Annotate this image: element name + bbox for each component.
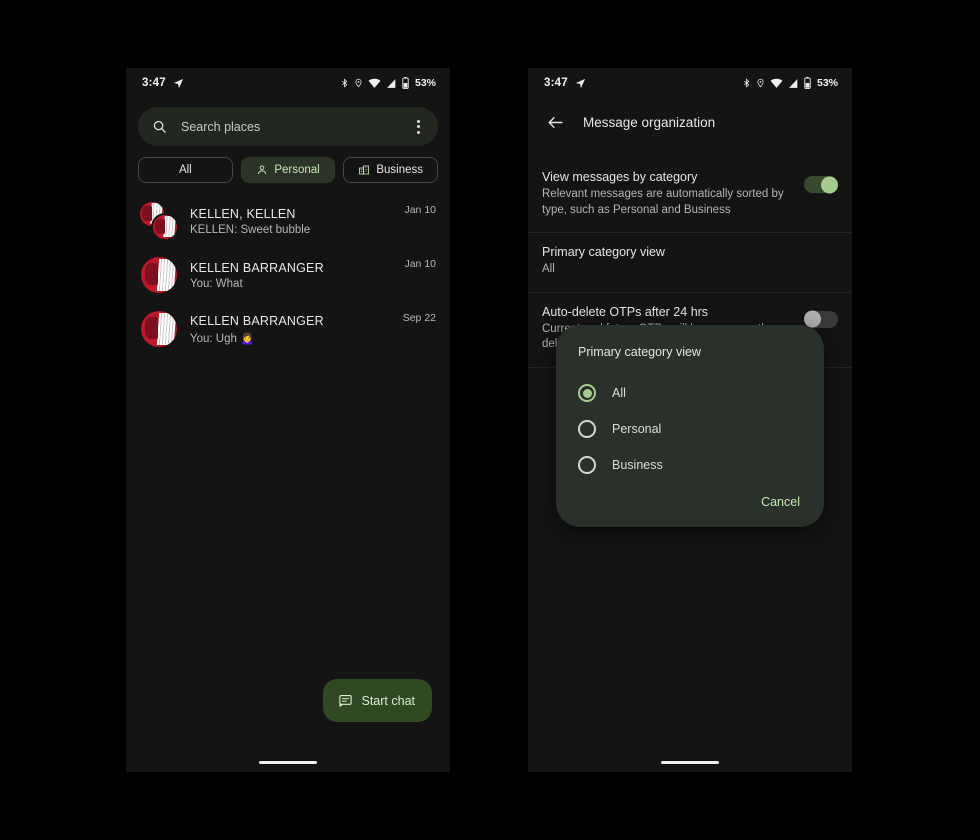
avatar bbox=[141, 257, 177, 293]
app-bar: Message organization bbox=[528, 98, 852, 146]
setting-subtitle: Relevant messages are automatically sort… bbox=[542, 188, 784, 216]
page-title: Message organization bbox=[583, 114, 716, 130]
setting-text: View messages by category Relevant messa… bbox=[542, 170, 794, 218]
avatar bbox=[141, 311, 177, 347]
toggle-knob bbox=[821, 176, 838, 193]
toggle-auto-delete-otps[interactable] bbox=[804, 310, 838, 328]
status-bar-right: 53% bbox=[340, 77, 436, 89]
conversation-text: KELLEN, KELLEN KELLEN: Sweet bubble bbox=[190, 207, 392, 236]
setting-row-view-by-category[interactable]: View messages by category Relevant messa… bbox=[528, 158, 852, 234]
status-bar-clock: 3:47 bbox=[544, 77, 568, 89]
conversation-text: KELLEN BARRANGER You: Ugh 🙍‍♀️ bbox=[190, 314, 391, 345]
conversation-snippet: KELLEN: Sweet bubble bbox=[190, 223, 311, 236]
avatar-group bbox=[140, 202, 178, 240]
conversation-snippet: You: What bbox=[190, 277, 243, 290]
conversation-row[interactable]: KELLEN, KELLEN KELLEN: Sweet bubble Jan … bbox=[126, 194, 450, 248]
search-icon bbox=[152, 119, 167, 134]
arrow-back-icon[interactable] bbox=[546, 113, 565, 132]
chip-personal[interactable]: Personal bbox=[240, 157, 336, 183]
setting-title: Primary category view bbox=[542, 245, 665, 260]
signal-icon bbox=[386, 78, 397, 89]
chip-business-label: Business bbox=[376, 164, 424, 176]
radio-button-icon[interactable] bbox=[578, 456, 596, 474]
setting-row-primary-category-view[interactable]: Primary category view All bbox=[528, 233, 852, 293]
conversation-date: Sep 22 bbox=[402, 312, 436, 324]
battery-percent: 53% bbox=[816, 77, 838, 89]
chip-business[interactable]: Business bbox=[343, 157, 439, 183]
battery-icon bbox=[804, 77, 811, 89]
navigation-icon bbox=[575, 78, 586, 89]
wifi-icon bbox=[770, 78, 783, 89]
conversation-name: KELLEN, KELLEN bbox=[190, 206, 296, 221]
setting-title: View messages by category bbox=[542, 170, 698, 184]
conversation-row[interactable]: KELLEN BARRANGER You: Ugh 🙍‍♀️ Sep 22 bbox=[126, 302, 450, 356]
cancel-button[interactable]: Cancel bbox=[761, 495, 800, 509]
avatar-single bbox=[140, 256, 178, 294]
chip-personal-label: Personal bbox=[274, 164, 320, 176]
status-bar: 3:47 53% bbox=[126, 68, 450, 98]
status-bar-left: 3:47 bbox=[142, 77, 184, 89]
location-icon bbox=[354, 77, 363, 89]
conversation-name: KELLEN BARRANGER bbox=[190, 260, 324, 275]
toggle-view-by-category[interactable] bbox=[804, 176, 838, 193]
radio-button-selected-icon[interactable] bbox=[578, 384, 596, 402]
search-input-placeholder[interactable]: Search places bbox=[181, 120, 411, 134]
chip-all-label: All bbox=[178, 164, 192, 176]
primary-category-view-dialog: Primary category view All Personal Busin… bbox=[556, 325, 824, 527]
phone-screen-messages-list: 3:47 53% Search places All Personal Busi… bbox=[126, 68, 450, 772]
conversation-row[interactable]: KELLEN BARRANGER You: What Jan 10 bbox=[126, 248, 450, 302]
more-vert-icon[interactable] bbox=[411, 116, 426, 138]
radio-option-label: Business bbox=[612, 458, 663, 472]
radio-option-personal[interactable]: Personal bbox=[556, 411, 824, 447]
business-icon bbox=[358, 164, 370, 176]
category-filter-chips: All Personal Business bbox=[126, 146, 450, 183]
conversation-date: Jan 10 bbox=[404, 204, 436, 216]
start-chat-label: Start chat bbox=[361, 693, 416, 708]
setting-text: Primary category view All bbox=[542, 245, 838, 278]
phone-screen-message-organization: 3:47 53% Message organization View messa… bbox=[528, 68, 852, 772]
avatar-single bbox=[140, 310, 178, 348]
dialog-actions: Cancel bbox=[556, 483, 824, 517]
nav-gesture-handle[interactable] bbox=[661, 760, 719, 764]
radio-option-all[interactable]: All bbox=[556, 375, 824, 411]
bluetooth-icon bbox=[340, 77, 349, 89]
battery-percent: 53% bbox=[414, 77, 436, 89]
dialog-title: Primary category view bbox=[578, 345, 701, 359]
start-chat-button[interactable]: Start chat bbox=[322, 679, 432, 722]
battery-icon bbox=[402, 77, 409, 89]
chip-all[interactable]: All bbox=[138, 157, 233, 183]
bluetooth-icon bbox=[742, 77, 751, 89]
navigation-icon bbox=[173, 78, 184, 89]
conversation-list: KELLEN, KELLEN KELLEN: Sweet bubble Jan … bbox=[126, 183, 450, 356]
radio-option-label: Personal bbox=[612, 422, 662, 436]
radio-button-icon[interactable] bbox=[578, 420, 596, 438]
setting-title: Auto-delete OTPs after 24 hrs bbox=[542, 304, 709, 319]
signal-icon bbox=[788, 78, 799, 89]
conversation-date: Jan 10 bbox=[404, 258, 436, 270]
status-bar-clock: 3:47 bbox=[142, 77, 166, 89]
avatar bbox=[153, 215, 177, 239]
chat-message-icon bbox=[338, 693, 353, 708]
search-bar[interactable]: Search places bbox=[138, 107, 438, 146]
status-bar-left: 3:47 bbox=[544, 77, 586, 89]
radio-option-business[interactable]: Business bbox=[556, 447, 824, 483]
nav-gesture-handle[interactable] bbox=[259, 760, 317, 764]
setting-value: All bbox=[542, 263, 555, 276]
radio-option-label: All bbox=[612, 386, 626, 400]
conversation-snippet: You: Ugh 🙍‍♀️ bbox=[190, 332, 255, 345]
wifi-icon bbox=[368, 78, 381, 89]
conversation-text: KELLEN BARRANGER You: What bbox=[190, 261, 392, 290]
status-bar-right: 53% bbox=[742, 77, 838, 89]
screenshot-canvas: 3:47 53% Search places All Personal Busi… bbox=[0, 0, 980, 840]
location-icon bbox=[756, 77, 765, 89]
person-icon bbox=[256, 164, 268, 176]
conversation-name: KELLEN BARRANGER bbox=[190, 313, 324, 328]
status-bar: 3:47 53% bbox=[528, 68, 852, 98]
